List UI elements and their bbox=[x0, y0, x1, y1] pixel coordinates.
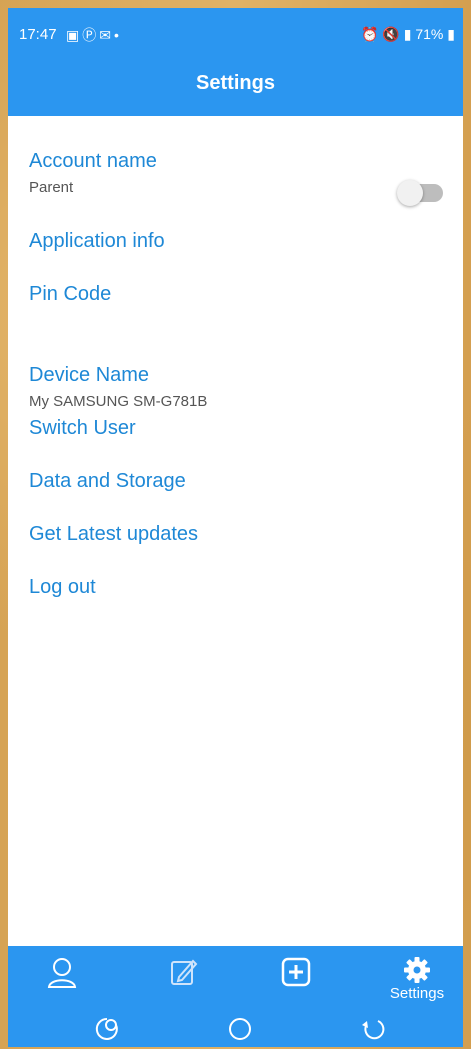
tab-add[interactable] bbox=[256, 952, 336, 1010]
setting-account-name[interactable]: Account name Parent bbox=[29, 150, 157, 196]
battery-text: 71% bbox=[415, 26, 444, 42]
signal-icon: ▮ bbox=[403, 26, 412, 42]
setting-label: Log out bbox=[29, 576, 96, 598]
mute-icon: 🔇 bbox=[382, 26, 400, 42]
home-icon bbox=[229, 1018, 251, 1040]
gallery-icon: ▣ bbox=[66, 27, 83, 43]
edit-icon bbox=[171, 959, 198, 985]
recent-apps-button[interactable] bbox=[92, 1016, 132, 1046]
setting-label: Account name bbox=[29, 150, 157, 172]
tab-settings-label: Settings bbox=[389, 985, 445, 1002]
person-icon bbox=[47, 958, 77, 988]
add-box-icon bbox=[281, 957, 311, 987]
page-title: Settings bbox=[196, 72, 275, 94]
setting-switch-user[interactable]: Switch User bbox=[29, 417, 136, 440]
setting-label: Application info bbox=[29, 230, 165, 252]
gmail-icon: ✉ bbox=[99, 27, 114, 43]
setting-data-and-storage[interactable]: Data and Storage bbox=[29, 470, 186, 493]
dot-icon: • bbox=[113, 27, 122, 43]
gear-icon bbox=[404, 957, 430, 983]
setting-value: Parent bbox=[29, 179, 74, 196]
home-button[interactable] bbox=[225, 1016, 265, 1046]
status-time: 17:47 bbox=[19, 26, 57, 43]
back-button[interactable] bbox=[358, 1016, 398, 1046]
setting-get-latest-updates[interactable]: Get Latest updates bbox=[29, 523, 198, 546]
setting-application-info[interactable]: Application info bbox=[29, 230, 165, 253]
pin-code-toggle[interactable] bbox=[397, 180, 443, 206]
setting-log-out[interactable]: Log out bbox=[29, 576, 96, 599]
status-right: ⏰ 🔇 ▮ 71% ▮ bbox=[361, 26, 455, 43]
alarm-icon: ⏰ bbox=[361, 26, 379, 42]
status-bar: 17:47 ▣Ⓟ✉• ⏰ 🔇 ▮ 71% ▮ bbox=[8, 8, 463, 60]
pinterest-icon: Ⓟ bbox=[82, 27, 100, 43]
setting-device-name[interactable]: Device Name My SAMSUNG SM-G781B bbox=[29, 364, 207, 410]
bottom-navigation: Settings bbox=[8, 946, 463, 1047]
setting-label: Data and Storage bbox=[29, 470, 186, 492]
recent-apps-icon bbox=[95, 1017, 118, 1040]
tab-settings[interactable]: Settings bbox=[377, 952, 457, 1010]
notification-icons: ▣Ⓟ✉• bbox=[66, 25, 122, 45]
phone-screen: 17:47 ▣Ⓟ✉• ⏰ 🔇 ▮ 71% ▮ Settings Account … bbox=[8, 8, 463, 1047]
battery-icon: ▮ bbox=[447, 26, 455, 42]
setting-pin-code[interactable]: Pin Code bbox=[29, 283, 111, 306]
setting-label: Pin Code bbox=[29, 283, 112, 305]
setting-label: Switch User bbox=[29, 417, 136, 439]
setting-label: Get Latest updates bbox=[29, 523, 199, 545]
toggle-knob bbox=[397, 180, 423, 206]
back-icon bbox=[362, 1020, 385, 1040]
tab-profile[interactable] bbox=[22, 952, 102, 1010]
setting-value: My SAMSUNG SM-G781B bbox=[29, 393, 208, 410]
setting-label: Device Name bbox=[29, 364, 150, 386]
tab-edit[interactable] bbox=[144, 952, 224, 1010]
